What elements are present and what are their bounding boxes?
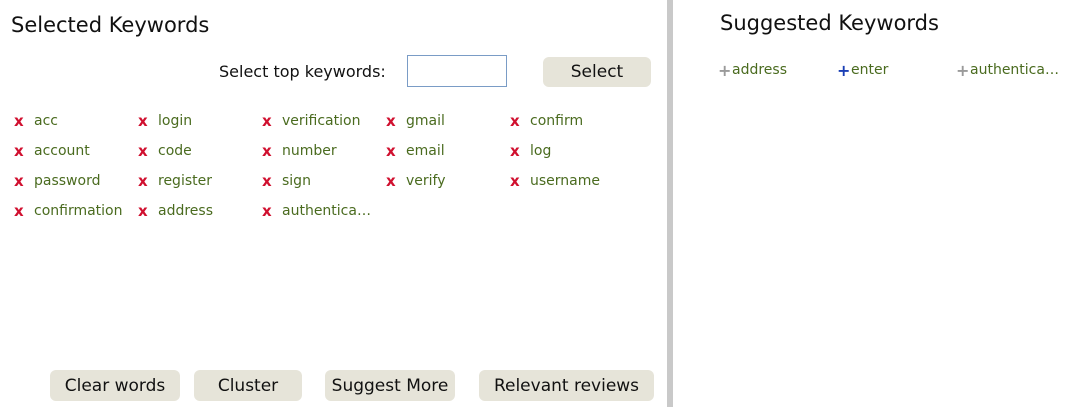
remove-keyword-icon[interactable]: x: [386, 112, 406, 130]
selected-keyword-label: log: [530, 143, 552, 159]
selected-keyword-item: x password: [14, 170, 100, 192]
clear-words-button[interactable]: Clear words: [50, 370, 180, 401]
selected-keyword-item: x gmail: [386, 110, 445, 132]
cluster-button[interactable]: Cluster: [194, 370, 302, 401]
selected-keyword-item: x username: [510, 170, 600, 192]
remove-keyword-icon[interactable]: x: [386, 142, 406, 160]
selected-keyword-item: x confirmation: [14, 200, 123, 222]
selected-keyword-item: x verify: [386, 170, 446, 192]
select-top-keywords-label: Select top keywords:: [219, 62, 386, 81]
add-keyword-icon[interactable]: +: [956, 61, 969, 80]
selected-keyword-item: x verification: [262, 110, 360, 132]
selected-keyword-item: x register: [138, 170, 212, 192]
selected-keyword-label: confirm: [530, 113, 584, 129]
selected-keyword-item: x account: [14, 140, 90, 162]
remove-keyword-icon[interactable]: x: [262, 202, 282, 220]
remove-keyword-icon[interactable]: x: [14, 172, 34, 190]
suggested-keyword-item: + authentica…: [956, 60, 1059, 80]
top-keywords-input[interactable]: [407, 55, 507, 87]
selected-keyword-label: email: [406, 143, 445, 159]
remove-keyword-icon[interactable]: x: [14, 202, 34, 220]
selected-keyword-item: x acc: [14, 110, 58, 132]
selected-keyword-label: verify: [406, 173, 446, 189]
suggested-keyword-item: + address: [718, 60, 787, 80]
selected-keyword-item: x log: [510, 140, 551, 162]
selected-keyword-label: login: [158, 113, 193, 129]
selected-keyword-label: authentica…: [282, 203, 371, 219]
selected-keywords-title: Selected Keywords: [11, 13, 210, 37]
suggested-keyword-label: enter: [851, 62, 889, 78]
remove-keyword-icon[interactable]: x: [138, 142, 158, 160]
suggested-keyword-item: + enter: [837, 60, 888, 80]
selected-keyword-item: x code: [138, 140, 192, 162]
relevant-reviews-button[interactable]: Relevant reviews: [479, 370, 654, 401]
select-button[interactable]: Select: [543, 57, 651, 87]
remove-keyword-icon[interactable]: x: [138, 172, 158, 190]
remove-keyword-icon[interactable]: x: [262, 112, 282, 130]
selected-keyword-label: password: [34, 173, 101, 189]
suggested-keywords-title: Suggested Keywords: [720, 11, 939, 35]
app: Selected Keywords Select top keywords: S…: [0, 0, 1074, 407]
remove-keyword-icon[interactable]: x: [14, 142, 34, 160]
selected-keyword-label: address: [158, 203, 214, 219]
remove-keyword-icon[interactable]: x: [510, 142, 530, 160]
selected-keyword-item: x email: [386, 140, 445, 162]
selected-keyword-label: verification: [282, 113, 361, 129]
selected-keyword-label: account: [34, 143, 90, 159]
remove-keyword-icon[interactable]: x: [138, 202, 158, 220]
remove-keyword-icon[interactable]: x: [510, 112, 530, 130]
remove-keyword-icon[interactable]: x: [138, 112, 158, 130]
selected-keywords-panel: Selected Keywords Select top keywords: S…: [0, 0, 667, 407]
selected-keyword-item: x number: [262, 140, 337, 162]
selected-keyword-item: x authentica…: [262, 200, 371, 222]
selected-keyword-label: number: [282, 143, 337, 159]
remove-keyword-icon[interactable]: x: [262, 172, 282, 190]
selected-keyword-item: x confirm: [510, 110, 583, 132]
suggested-keywords-panel: Suggested Keywords + address + enter + authen…: [673, 0, 1074, 407]
selected-keyword-label: gmail: [406, 113, 445, 129]
selected-keyword-label: confirmation: [34, 203, 123, 219]
suggest-more-button[interactable]: Suggest More: [325, 370, 455, 401]
selected-keyword-item: x address: [138, 200, 213, 222]
suggested-keyword-label: address: [732, 62, 788, 78]
remove-keyword-icon[interactable]: x: [14, 112, 34, 130]
selected-keyword-label: register: [158, 173, 212, 189]
remove-keyword-icon[interactable]: x: [262, 142, 282, 160]
selected-keyword-item: x sign: [262, 170, 311, 192]
selected-keyword-label: sign: [282, 173, 311, 189]
add-keyword-icon[interactable]: +: [718, 61, 731, 80]
selected-keyword-item: x login: [138, 110, 192, 132]
remove-keyword-icon[interactable]: x: [510, 172, 530, 190]
remove-keyword-icon[interactable]: x: [386, 172, 406, 190]
selected-keyword-label: acc: [34, 113, 58, 129]
selected-keyword-label: code: [158, 143, 192, 159]
add-keyword-icon[interactable]: +: [837, 61, 850, 80]
suggested-keyword-label: authentica…: [970, 62, 1059, 78]
selected-keyword-label: username: [530, 173, 600, 189]
